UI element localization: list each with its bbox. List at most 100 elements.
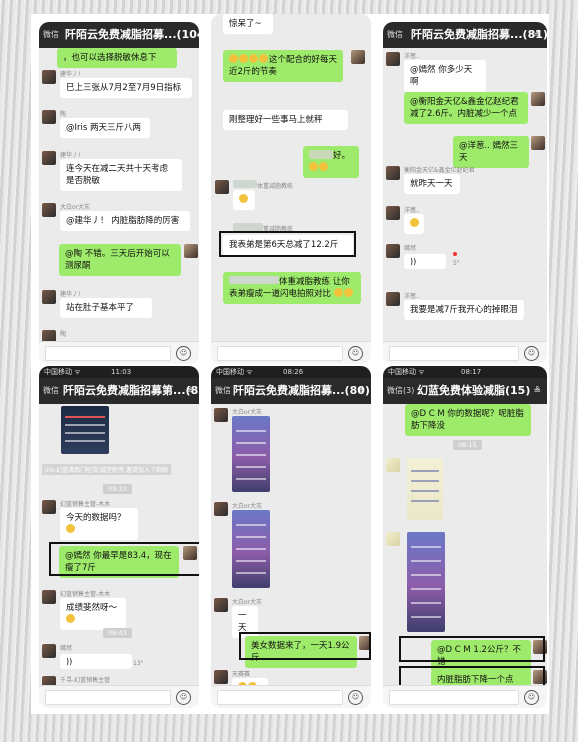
status-bar: 中国移动 ᯤ 08:17 (383, 366, 547, 378)
avatar (386, 292, 400, 306)
sender-name: 天赛赛 (232, 671, 251, 678)
avatar (42, 290, 56, 304)
avatar (42, 110, 56, 124)
highlight-box (239, 632, 371, 660)
highlight-box (399, 636, 545, 662)
message-bubble: 我要是减7斤我开心的掉眼泪 (404, 300, 524, 320)
smiley-icon[interactable]: ☺ (176, 346, 191, 361)
sender-name: 陶 (60, 331, 67, 338)
avatar (42, 151, 56, 165)
redacted-name (229, 276, 279, 284)
message-input[interactable] (45, 346, 171, 361)
avatar (351, 50, 365, 64)
avatar (215, 180, 229, 194)
highlight-box (49, 542, 199, 576)
avatar (386, 458, 400, 472)
voice-message[interactable]: )) (404, 254, 446, 269)
shared-screenshot[interactable] (61, 406, 109, 454)
group-info-icon[interactable]: ≗ (357, 378, 365, 404)
shared-screenshot[interactable] (232, 416, 270, 492)
smiley-icon (239, 54, 248, 63)
chat-panel-5: 中国移动 ᯤ 08:26 微信 阡陌云免费减脂招募...(80) ≗ 大白or大… (211, 366, 371, 708)
smiley-icon (239, 194, 248, 203)
avatar (386, 166, 400, 180)
message-bubble: @D C M 你的数据呢？呢脏脂肪下降没 (405, 404, 531, 436)
chat-header: 微信(3) 幻蓝免费体验减脂(15) ≗ (383, 378, 547, 404)
smiley-icon[interactable]: ☺ (348, 346, 363, 361)
chat-panel-6: 中国移动 ᯤ 08:17 微信(3) 幻蓝免费体验减脂(15) ≗ @D C M… (383, 366, 547, 708)
group-info-icon[interactable]: ≗ (185, 378, 193, 404)
message-input[interactable] (389, 690, 519, 705)
message-bubble: 好。 (303, 146, 359, 178)
message-bubble: 就昨天一天 (404, 174, 460, 194)
group-info-icon[interactable]: ≗ (533, 378, 541, 404)
avatar (386, 52, 400, 66)
back-button[interactable]: 微信 (215, 378, 231, 404)
message-input[interactable] (389, 346, 519, 361)
back-button[interactable]: 微信 (387, 22, 403, 48)
status-bar: 中国移动 ᯤ 08:26 (211, 366, 371, 378)
avatar (531, 92, 545, 106)
group-info-icon[interactable]: ≗ (533, 22, 541, 48)
chat-panel-1: 微信 阡陌云免费减脂招募...(104) ，也可以选择脱敏休息下 建华丿! 巳上… (39, 22, 199, 364)
sender-name: 幻蓝销售主管-木木 (60, 501, 111, 508)
message-bubble: @嫣然 你多少天啊 (404, 60, 486, 92)
chat-header: 微信 阡陌云免费减脂招募...(104) (39, 22, 199, 48)
message-bubble: 刚整理好一些事马上就秤 (223, 110, 348, 130)
avatar (42, 203, 56, 217)
sender-name: 陶 (60, 111, 67, 118)
timestamp: 09:33 (103, 484, 132, 494)
sender-name: 建华丿! (60, 152, 81, 159)
shared-screenshot[interactable] (407, 532, 445, 632)
redacted-name (309, 150, 333, 159)
status-bar: 中国移动 ᯤ 11:03 (39, 366, 199, 378)
carrier: 中国移动 ᯤ (388, 368, 425, 376)
smiley-icon[interactable]: ☺ (176, 690, 191, 705)
message-input[interactable] (45, 690, 171, 705)
sender-name: 嫣然 (60, 645, 73, 652)
chat-title: 阡陌云免费减脂招募...(80) (233, 384, 370, 397)
message-bubble: @衡阳金天亿&鑫金亿赵纪君 减了2.6斤。内脏减少一个点 (404, 92, 528, 124)
chat-title: 阡陌云免费减脂招募...(81) (411, 28, 547, 41)
avatar (42, 500, 56, 514)
message-text: 成绩斐然呀～ (66, 603, 118, 613)
sender-name: 洋葱.. (404, 53, 420, 60)
back-button[interactable]: 微信 (43, 378, 59, 404)
unread-dot (453, 252, 457, 256)
message-bubble: 站在肚子基本平了 (60, 298, 152, 318)
smiley-icon[interactable]: ☺ (348, 690, 363, 705)
smiley-icon[interactable]: ☺ (524, 690, 539, 705)
smiley-icon (333, 288, 343, 297)
voice-message[interactable]: )) (60, 654, 132, 669)
message-bubble: 巳上三张从7月2至7月9日指标 (60, 78, 192, 98)
sender-name: 洋葱.. (404, 293, 420, 300)
message-input[interactable] (217, 346, 343, 361)
message-bubble: @洋葱.. 嫣然三天 (453, 136, 529, 168)
smiley-icon (66, 524, 75, 533)
message-bubble: @陶 不错。三天后开始可以测尿酮 (59, 244, 181, 276)
chat-title: 阡陌云免费减脂招募第...(81) (63, 384, 199, 397)
shared-screenshot[interactable] (407, 458, 443, 520)
input-bar: ☺ (383, 341, 547, 364)
shared-screenshot[interactable] (232, 510, 270, 588)
message-bubble: @建华丿！ 内脏脂肪降的厉害 (60, 211, 190, 231)
smiley-icon[interactable]: ☺ (524, 346, 539, 361)
message-bubble: 体重减脂教练 让你表弟瘦成一道闪电拍照对比 (223, 272, 361, 304)
back-button[interactable]: 微信(3) (387, 378, 414, 404)
avatar (42, 644, 56, 658)
carrier: 中国移动 ᯤ (216, 368, 253, 376)
message-bubble: 今天的数据吗？ (60, 508, 138, 540)
avatar (184, 244, 198, 258)
chat-panel-3: 微信 阡陌云免费减脂招募...(81) ≗ 洋葱.. @嫣然 你多少天啊 @衡阳… (383, 22, 547, 364)
message-bubble: @Iris 两天三斤八两 (60, 118, 150, 138)
sender-name: 大白or大灰 (60, 204, 91, 211)
sender-name: 衡阳金天亿&鑫金亿赵纪君 (404, 167, 475, 174)
message-bubble: 连今天在减二天共十天考虑是否脱敏 (60, 159, 182, 191)
chat-header: 微信 阡陌云免费减脂招募...(81) ≗ (383, 22, 547, 48)
message-input[interactable] (217, 690, 343, 705)
avatar (42, 590, 56, 604)
smiley-icon (259, 54, 268, 63)
avatar (531, 136, 545, 150)
message-bubble (233, 190, 255, 210)
back-button[interactable]: 微信 (43, 22, 59, 48)
